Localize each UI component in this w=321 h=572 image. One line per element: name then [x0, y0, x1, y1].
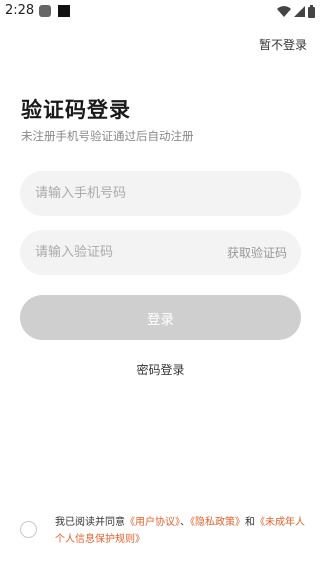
login-button[interactable]: 登录 — [20, 295, 301, 340]
phone-field — [20, 171, 301, 216]
status-indicators — [277, 4, 315, 18]
get-code-button[interactable]: 获取验证码 — [227, 244, 287, 261]
page-subtitle: 未注册手机号验证通过后自动注册 — [21, 129, 194, 143]
skip-login-button[interactable]: 暂不登录 — [259, 36, 307, 53]
phone-input[interactable] — [20, 171, 301, 216]
status-time: 2:28 — [5, 3, 35, 18]
privacy-policy-link[interactable]: 《隐私政策》 — [190, 517, 245, 528]
app-notification-icon — [39, 5, 51, 17]
signal-icon — [294, 5, 305, 17]
app-notification-icon — [58, 5, 70, 17]
status-bar: 2:28 — [0, 0, 321, 24]
password-login-link[interactable]: 密码登录 — [0, 361, 321, 378]
agreement-separator: 、 — [180, 517, 190, 528]
agreement-and: 和 — [245, 517, 255, 528]
user-agreement-link[interactable]: 《用户协议》 — [125, 517, 180, 528]
battery-icon — [308, 4, 315, 18]
agreement-text: 我已阅读并同意《用户协议》、《隐私政策》和《未成年人个人信息保护规则》 — [55, 514, 314, 548]
verification-code-field: 获取验证码 — [20, 230, 301, 275]
agreement-prefix: 我已阅读并同意 — [55, 517, 125, 528]
agree-checkbox[interactable] — [20, 521, 37, 538]
page-title: 验证码登录 — [21, 98, 131, 122]
wifi-icon — [277, 5, 291, 17]
